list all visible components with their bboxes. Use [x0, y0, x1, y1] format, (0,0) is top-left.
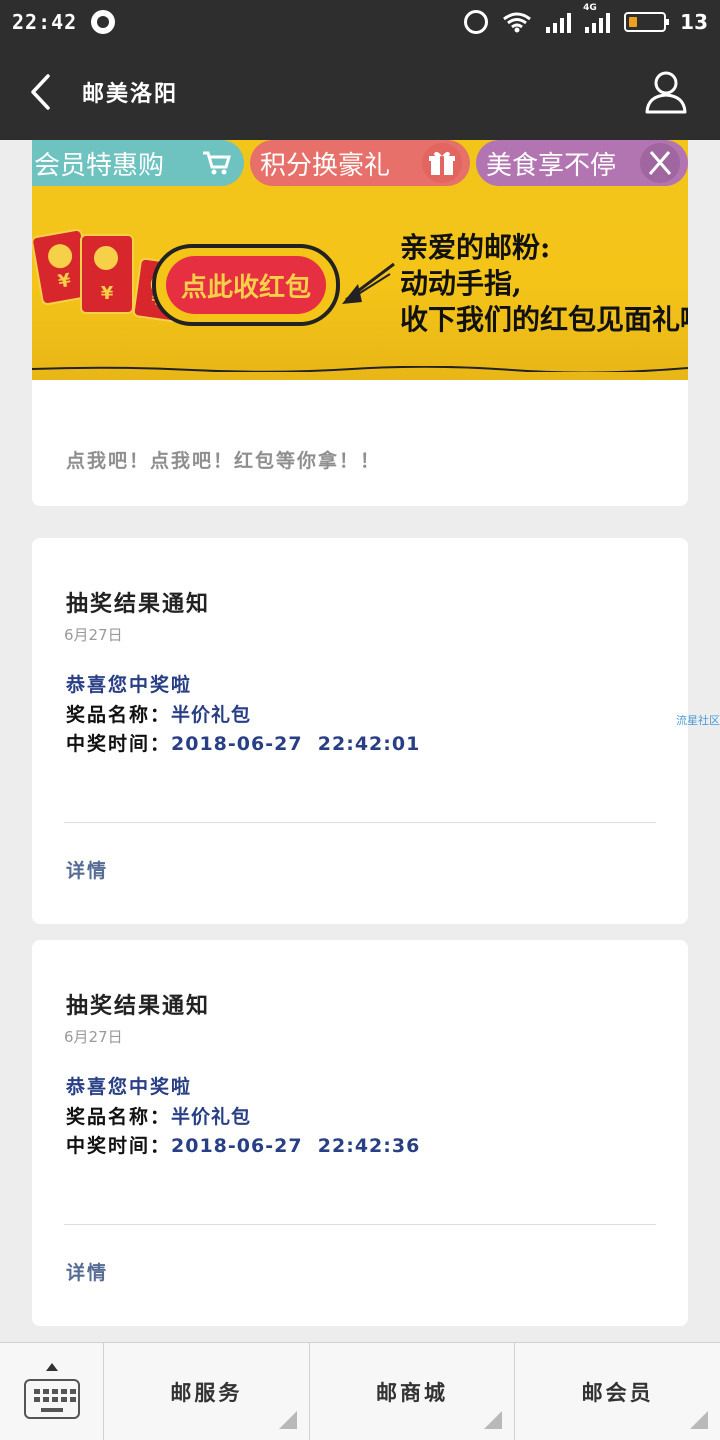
prize-row: 奖品名称：半价礼包	[66, 700, 251, 727]
detail-link[interactable]: 详情	[66, 1258, 108, 1285]
prize-label: 奖品名称：	[66, 704, 172, 726]
red-packet-image	[80, 234, 134, 314]
menu-item-post-mall[interactable]: 邮商城	[310, 1343, 516, 1440]
prize-label: 奖品名称：	[66, 1106, 172, 1128]
chevron-left-icon	[31, 74, 50, 110]
congrats-text: 恭喜您中奖啦	[66, 1076, 193, 1098]
keyboard-icon	[24, 1379, 80, 1419]
battery-icon	[624, 12, 670, 32]
status-bar: 22:42 4G 13	[0, 0, 720, 44]
banner-line: 动动手指,	[400, 267, 522, 300]
win-time-row: 中奖时间：2018-06-27 22:42:01	[66, 729, 420, 756]
signal-4g-icon: 4G	[583, 3, 611, 33]
notification-date: 6月27日	[64, 626, 123, 644]
tab-label: 积分换豪礼	[260, 149, 391, 180]
page-title: 邮美洛阳	[82, 82, 179, 107]
battery-level: 13	[680, 10, 708, 34]
prize-value: 半价礼包	[171, 704, 252, 726]
divider	[64, 822, 656, 823]
win-time-value: 2018-06-27 22:42:36	[171, 1135, 421, 1157]
side-watermark: 流星社区	[676, 714, 720, 727]
cart-icon	[196, 143, 236, 183]
globe-icon	[91, 10, 116, 34]
win-time-value: 2018-06-27 22:42:01	[171, 733, 421, 755]
congrats-text: 恭喜您中奖啦	[66, 674, 193, 696]
caret-up-icon	[46, 1363, 58, 1371]
collect-button-label: 点此收红包	[166, 256, 326, 314]
user-icon	[645, 71, 687, 114]
status-icons: 4G 13	[464, 3, 708, 34]
win-time-row: 中奖时间：2018-06-27 22:42:36	[66, 1131, 420, 1158]
tab-label: 美食享不停	[486, 149, 617, 180]
tab-points-gifts: 积分换豪礼	[250, 140, 470, 186]
prize-row: 奖品名称：半价礼包	[66, 1102, 251, 1129]
menu-item-label: 邮服务	[170, 1380, 243, 1405]
menu-item-label: 邮会员	[581, 1380, 654, 1405]
nav-bar: 邮美洛阳	[0, 44, 720, 140]
wifi-icon	[503, 12, 532, 33]
notification-title: 抽奖结果通知	[66, 591, 211, 617]
bottom-menu: 邮服务 邮商城 邮会员	[0, 1342, 720, 1440]
back-button[interactable]	[0, 44, 80, 140]
menu-item-post-member[interactable]: 邮会员	[515, 1343, 720, 1440]
banner-tabs: 会员特惠购 积分换豪礼 美食享不停	[32, 140, 688, 188]
win-time-label: 中奖时间：	[66, 733, 172, 755]
status-time: 22:42	[12, 10, 78, 34]
alarm-icon	[464, 10, 489, 34]
menu-item-label: 邮商城	[376, 1380, 448, 1405]
notification-date: 6月27日	[64, 1028, 123, 1046]
tab-member-deals: 会员特惠购	[32, 140, 244, 186]
banner-decor-line	[32, 366, 688, 372]
network-type: 4G	[583, 3, 597, 13]
tab-label: 会员特惠购	[34, 149, 165, 180]
detail-link[interactable]: 详情	[66, 856, 108, 883]
lottery-notification-card[interactable]: 抽奖结果通知 6月27日 恭喜您中奖啦 奖品名称：半价礼包 中奖时间：2018-…	[32, 940, 688, 1326]
arrow-icon	[342, 262, 395, 304]
utensils-icon	[640, 143, 680, 183]
divider	[64, 1224, 656, 1225]
profile-button[interactable]	[642, 68, 690, 116]
banner-card[interactable]: 会员特惠购 积分换豪礼 美食享不停 点此收红包	[32, 140, 688, 506]
prize-value: 半价礼包	[171, 1106, 252, 1128]
menu-item-post-service[interactable]: 邮服务	[104, 1343, 310, 1440]
banner-caption: 点我吧！点我吧！红包等你拿！！	[66, 450, 382, 472]
collect-red-packet-button[interactable]: 点此收红包	[152, 244, 340, 326]
gift-icon	[422, 143, 462, 183]
tab-food: 美食享不停	[476, 140, 688, 186]
banner-line: 亲爱的邮粉:	[400, 231, 551, 264]
submenu-indicator-icon	[484, 1411, 503, 1429]
submenu-indicator-icon	[278, 1411, 297, 1429]
keyboard-toggle-button[interactable]	[0, 1343, 104, 1440]
signal-icon	[546, 11, 572, 33]
red-packet-banner[interactable]: 会员特惠购 积分换豪礼 美食享不停 点此收红包	[32, 140, 688, 380]
submenu-indicator-icon	[690, 1411, 709, 1429]
lottery-notification-card[interactable]: 抽奖结果通知 6月27日 恭喜您中奖啦 奖品名称：半价礼包 中奖时间：2018-…	[32, 538, 688, 924]
win-time-label: 中奖时间：	[66, 1135, 172, 1157]
banner-line: 收下我们的红包见面礼啦	[400, 303, 688, 336]
notification-title: 抽奖结果通知	[66, 993, 211, 1019]
banner-message: 亲爱的邮粉: 动动手指, 收下我们的红包见面礼啦	[400, 230, 688, 338]
